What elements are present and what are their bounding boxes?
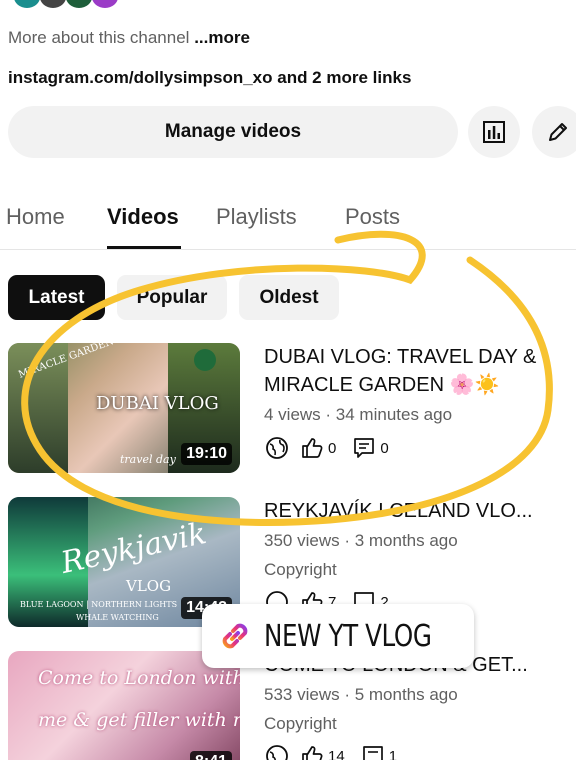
active-tab-indicator [107,246,181,249]
avatar [40,0,66,8]
tab-videos[interactable]: Videos [107,204,179,230]
manage-videos-button[interactable]: Manage videos [8,106,458,158]
video-title[interactable]: DUBAI VLOG: TRAVEL DAY & MIRACLE GARDEN … [264,343,564,399]
video-thumbnail[interactable]: Come to London with me & get filler with… [8,651,240,760]
analytics-button[interactable] [468,106,520,158]
like-count[interactable]: 0 [300,436,336,460]
vegan-badge [194,349,216,371]
video-actions: 14 1 [264,743,397,760]
chip-popular[interactable]: Popular [117,275,227,320]
thumb-title-text: Come to London with [38,667,240,689]
thumb-caption: BLUE LAGOON | NORTHERN LIGHTS [20,600,178,609]
edit-channel-button[interactable] [532,106,576,158]
chip-oldest[interactable]: Oldest [239,275,339,320]
thumb-caption-2: WHALE WATCHING [76,613,159,622]
video-meta: 4 views · 34 minutes ago [264,405,453,424]
like-count-value: 0 [328,439,337,457]
copyright-label[interactable]: Copyright [264,714,337,734]
tab-playlists[interactable]: Playlists [216,204,297,230]
globe-icon[interactable] [264,435,290,461]
sticker-text: NEW YT VLOG [264,618,432,654]
comment-count[interactable]: 0 [352,436,389,460]
thumbs-up-icon [302,746,323,760]
video-title[interactable]: REYKJAVÍK I CELAND VLO... [264,497,564,525]
tab-home[interactable]: Home [6,204,65,230]
analytics-icon [483,121,505,143]
pencil-icon [549,123,567,141]
chip-latest[interactable]: Latest [8,275,105,320]
comment-icon [362,746,383,760]
like-count-value: 14 [328,747,345,760]
link-icon [222,623,248,649]
avatar [66,0,92,8]
thumb-sub-text: VLOG [126,577,172,595]
like-count[interactable]: 14 [300,744,345,760]
comment-count-value: 0 [380,439,389,457]
avatar [14,0,40,8]
thumb-title-text-2: me & get filler with me [38,709,240,731]
video-duration: 8:41 [189,751,232,760]
comment-count[interactable]: 1 [361,744,397,760]
channel-about-link[interactable]: More about this channel ...more [8,28,250,48]
video-item[interactable]: MIRACLE GARDEN DUBAI VLOG travel day 19:… [0,343,576,483]
globe-icon[interactable] [264,743,290,760]
thumbs-up-icon [302,438,323,458]
channel-tabs: Home Videos Playlists Posts [0,188,576,250]
link-sticker[interactable]: NEW YT VLOG [202,604,474,668]
about-more[interactable]: ...more [194,28,250,47]
video-thumbnail[interactable]: MIRACLE GARDEN DUBAI VLOG travel day 19:… [8,343,240,473]
comment-count-value: 1 [388,747,398,760]
avatar [92,0,118,8]
channel-links[interactable]: instagram.com/dollysimpson_xo and 2 more… [8,68,411,88]
video-meta: 350 views · 3 months ago [264,531,458,550]
video-duration: 19:10 [181,443,232,465]
copyright-label[interactable]: Copyright [264,560,337,580]
thumb-sub-text: travel day [120,453,176,466]
video-actions: 0 0 [264,435,389,461]
tab-posts[interactable]: Posts [345,204,400,230]
video-meta: 533 views · 5 months ago [264,685,458,704]
about-prefix: More about this channel [8,28,190,47]
thumb-title-text: DUBAI VLOG [96,393,219,414]
comment-icon [354,438,375,458]
